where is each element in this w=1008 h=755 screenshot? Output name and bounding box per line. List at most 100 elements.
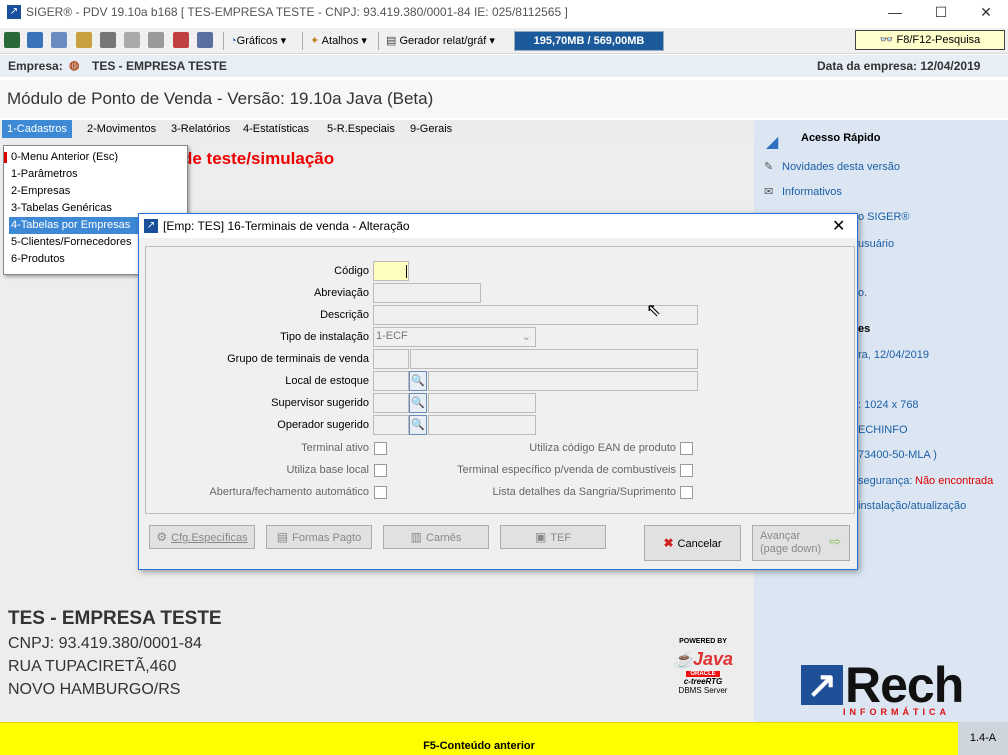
test-banner: de teste/simulação (182, 149, 335, 168)
calculator-icon[interactable] (27, 32, 43, 48)
close-window-button[interactable]: ✕ (963, 0, 1008, 24)
supervisor-code-field[interactable] (373, 393, 409, 413)
chart-icon: ◔ (230, 35, 237, 47)
formas-pagto-button[interactable]: ▤ Formas Pagto (266, 525, 372, 549)
atalhos-label: Atalhos (321, 35, 359, 47)
formas-label: Formas Pagto (292, 532, 362, 544)
company-details: TES - EMPRESA TESTE CNPJ: 93.419.380/000… (8, 608, 222, 699)
dialog-title: [Emp: TES] 16-Terminais de venda - Alter… (163, 219, 410, 233)
menu-relatorios[interactable]: 3-Relatórios (166, 120, 235, 138)
app-icon: ↗ (144, 219, 158, 233)
graficos-menu[interactable]: ◔Gráficos ▾ (230, 34, 286, 47)
menu-gerais[interactable]: 9-Gerais (405, 120, 457, 138)
status-text: F5-Conteúdo anterior (423, 740, 535, 752)
dropdown-item-menu-anterior[interactable]: 0-Menu Anterior (Esc) (11, 149, 181, 166)
carnes-button[interactable]: ▥ Carnês (383, 525, 489, 549)
security-label: segurança: (858, 475, 913, 487)
arrow-icon: ◢ (766, 134, 779, 151)
sangria-checkbox[interactable] (680, 486, 693, 499)
grupo-desc-field (410, 349, 698, 369)
gear-icon[interactable] (100, 32, 116, 48)
atalhos-menu[interactable]: ✦ Atalhos ▾ (310, 34, 367, 47)
grupo-code-field[interactable] (373, 349, 409, 369)
install-link[interactable]: instalação/atualização (858, 500, 966, 512)
tools-icon[interactable] (51, 32, 67, 48)
combustiveis-label: Terminal específico p/venda de combustív… (457, 464, 676, 476)
payment-icon: ▤ (276, 530, 289, 544)
folders-icon[interactable] (76, 32, 92, 48)
cfg-especificas-button[interactable]: ⚙ Cfg.Específicas (149, 525, 255, 549)
powered-by: POWERED BY ☕Java ORACLE c-treeRTG DBMS S… (664, 638, 742, 695)
company-city: NOVO HAMBURGO/RS (8, 681, 181, 698)
local-code-field[interactable] (373, 371, 409, 391)
avancar-button[interactable]: Avançar (page down) ⇨ (752, 525, 850, 561)
local-label: Local de estoque (285, 375, 369, 387)
toolbar-separator (223, 32, 224, 50)
close-dialog-button[interactable]: ✕ (832, 216, 845, 236)
supervisor-desc-field (428, 393, 536, 413)
informatica-logo: INFORMÁTICA (843, 707, 950, 717)
chat-icon[interactable] (148, 32, 164, 48)
abreviacao-label: Abreviação (313, 287, 369, 299)
settings-icon: ⚙ (156, 530, 168, 544)
maximize-button[interactable]: ☐ (918, 0, 964, 24)
globe-icon: ◍ (69, 58, 80, 72)
abreviacao-field[interactable] (373, 283, 481, 303)
book-icon[interactable] (197, 32, 213, 48)
novidades-link[interactable]: Novidades desta versão (782, 161, 900, 173)
gerador-menu[interactable]: ▤ Gerador relat/gráf ▾ (386, 34, 495, 47)
menu-movimentos[interactable]: 2-Movimentos (82, 120, 161, 138)
card-icon: ▣ (534, 530, 547, 544)
ean-checkbox[interactable] (680, 442, 693, 455)
toolbar-separator (302, 32, 303, 50)
mail-icon[interactable] (124, 32, 140, 48)
company-cnpj: CNPJ: 93.419.380/0001-84 (8, 635, 202, 652)
carnes-label: Carnês (425, 532, 462, 544)
tipo-value: 1-ECF (376, 330, 408, 342)
descricao-label: Descrição (320, 309, 369, 321)
tipo-select[interactable]: 1-ECF ⌄ (373, 327, 536, 347)
combustiveis-checkbox[interactable] (680, 464, 693, 477)
acesso-rapido-title: Acesso Rápido (801, 132, 881, 144)
operador-label: Operador sugerido (277, 419, 369, 431)
mla-info: 73400-50-MLA ) (858, 449, 937, 461)
java-logo: ☕Java (673, 649, 733, 669)
dropdown-item-empresas[interactable]: 2-Empresas (11, 183, 181, 200)
cancelar-button[interactable]: ✖ Cancelar (644, 525, 741, 561)
users-icon[interactable] (173, 32, 189, 48)
lookup-icon[interactable]: 🔍 (409, 371, 427, 391)
informativos-link[interactable]: Informativos (782, 186, 842, 198)
report-icon: ▤ (386, 35, 397, 47)
terminal-ativo-label: Terminal ativo (301, 442, 369, 454)
search-button[interactable]: 👓 F8/F12-Pesquisa (855, 30, 1005, 50)
company-street: RUA TUPACIRETÃ,460 (8, 658, 177, 675)
codigo-field[interactable] (373, 261, 409, 281)
terminal-ativo-checkbox[interactable] (374, 442, 387, 455)
lookup-icon[interactable]: 🔍 (409, 415, 427, 435)
powered-by-label: POWERED BY (679, 638, 727, 645)
tef-button[interactable]: ▣ TEF (500, 525, 606, 549)
dropdown-item-tabelas-por-empresas[interactable]: 4-Tabelas por Empresas (9, 217, 142, 234)
cancel-x-icon: ✖ (663, 536, 674, 550)
abertura-checkbox[interactable] (374, 486, 387, 499)
gerador-label: Gerador relat/gráf (399, 35, 487, 47)
siger-link[interactable]: o SIGER® (858, 211, 910, 223)
dot-link[interactable]: o. (858, 287, 867, 299)
arrow-right-icon: ⇨ (829, 533, 841, 549)
local-desc-field (428, 371, 698, 391)
usuario-link[interactable]: usuário (858, 238, 894, 250)
host-info: ECHINFO (858, 424, 908, 436)
lookup-icon[interactable]: 🔍 (409, 393, 427, 413)
base-local-checkbox[interactable] (374, 464, 387, 477)
toolbar-separator (378, 32, 379, 50)
menu-estatisticas[interactable]: 4-Estatísticas (238, 120, 314, 138)
operador-code-field[interactable] (373, 415, 409, 435)
module-title: Módulo de Ponto de Venda - Versão: 19.10… (7, 89, 434, 108)
java-text: Java (692, 649, 733, 669)
minimize-button[interactable]: — (872, 0, 918, 24)
exit-icon[interactable] (4, 32, 20, 48)
dropdown-item-parametros[interactable]: 1-Parâmetros (11, 166, 181, 183)
menu-cadastros[interactable]: 1-Cadastros (2, 120, 72, 138)
module-header: Módulo de Ponto de Venda - Versão: 19.10… (0, 80, 1008, 118)
menu-r-especiais[interactable]: 5-R.Especiais (322, 120, 400, 138)
